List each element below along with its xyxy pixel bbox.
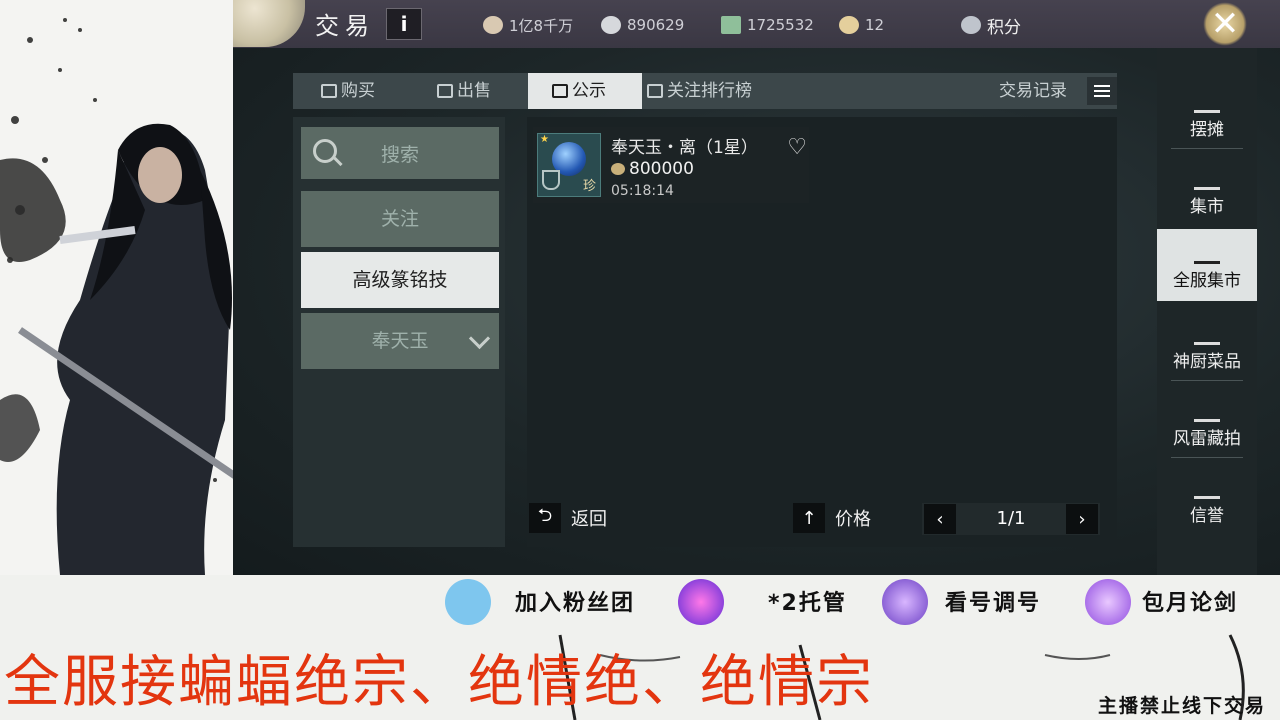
tab-sell[interactable]: 出售 [437,73,491,109]
side-item-market[interactable]: 集市 [1157,155,1257,223]
side-item-label: 信誉 [1190,506,1224,526]
item-time: 05:18:14 [611,183,674,199]
wings-icon [1085,579,1131,625]
resource-ingot: 890629 [601,14,684,36]
ingot-icon [601,16,621,34]
resource-silver: 1亿8千万 [483,14,573,36]
side-item-label: 风雷藏拍 [1173,429,1241,449]
back-arrow-icon: ⮌ [529,503,561,533]
chevron-down-icon [468,327,491,350]
heart-orb-icon [678,579,724,625]
trade-window: 交易 i 1亿8千万 890629 1725532 12 积分 ✕ 购买 出售 … [233,0,1280,575]
tab-notice[interactable]: 公示 [528,73,642,109]
resource-value: 890629 [627,16,685,34]
arrow-up-icon: ↑ [793,503,825,533]
ranking-icon [647,84,663,98]
back-button[interactable]: ⮌ 返回 [529,503,607,533]
points-label: 积分 [987,17,1021,38]
info-button[interactable]: i [386,8,422,40]
trade-record-label: 交易记录 [999,81,1067,101]
tab-ranking[interactable]: 关注排行榜 [647,73,752,109]
side-item-label: 神厨菜品 [1173,352,1241,372]
reputation-icon [1194,474,1220,499]
scale-icon [1194,239,1220,264]
side-menu: 摆摊 集市 全服集市 神厨菜品 风雷藏拍 信誉 [1157,48,1257,575]
rocket-icon [882,579,928,625]
close-icon: ✕ [1203,2,1247,46]
list-icon[interactable] [1087,77,1117,105]
tab-label: 公示 [572,81,606,101]
promo-text: 加入粉丝团 [515,591,636,616]
tab-bar: 购买 出售 公示 关注排行榜 交易记录 [293,73,1117,109]
jade-ticket-icon [721,16,741,34]
buy-icon [321,84,337,98]
side-item-label: 摆摊 [1190,120,1224,140]
price-value: 800000 [629,159,694,179]
item-thumbnail: ★ 珍 [537,133,601,197]
window-title: 交易 [315,12,375,40]
promo-text: *2托管 [768,591,847,616]
category-label: 高级篆铭技 [352,269,448,291]
side-item-auction[interactable]: 风雷藏拍 [1157,387,1257,455]
resource-value: 1725532 [747,16,814,34]
points-badge-icon [961,16,981,34]
tab-label: 购买 [341,81,375,101]
auction-hammer-icon [1194,397,1220,422]
category-button[interactable]: 高级篆铭技 [301,252,499,308]
filter-panel: 搜索 关注 高级篆铭技 奉天玉 [293,117,505,547]
resource-value: 12 [865,16,885,34]
next-page-button[interactable]: › [1066,504,1098,534]
tab-label: 出售 [457,81,491,101]
kitchen-icon [1194,320,1220,345]
resource-value: 1亿8千万 [509,16,574,35]
gold-ingot-icon [839,16,859,34]
star-icon: ★ [540,134,549,145]
sort-price-button[interactable]: ↑ 价格 [793,503,871,533]
follow-button[interactable]: 关注 [301,191,499,247]
resource-gold: 12 [839,14,884,36]
listing-item[interactable]: ★ 珍 奉天玉・离（1星） 800000 05:18:14 ♡ [533,127,809,203]
subcategory-label: 奉天玉 [371,330,429,352]
points-button[interactable]: 积分 [961,14,1021,38]
search-icon [313,139,337,163]
silver-coins-icon [483,16,503,34]
item-price: 800000 [611,159,694,179]
listing-panel: ★ 珍 奉天玉・离（1星） 800000 05:18:14 ♡ ⮌ 返回 ↑ 价… [527,117,1117,547]
follow-label: 关注 [380,208,419,230]
promo-text: 包月论剑 [1142,591,1239,616]
top-bar: 交易 i 1亿8千万 890629 1725532 12 积分 ✕ [233,0,1280,48]
resource-jade: 1725532 [721,14,814,36]
favorite-heart-icon[interactable]: ♡ [787,135,807,160]
moon-decoration [233,0,305,47]
side-item-reputation[interactable]: 信誉 [1157,464,1257,532]
search-button[interactable]: 搜索 [301,127,499,179]
side-item-label: 集市 [1190,197,1224,217]
close-button[interactable]: ✕ [1173,0,1280,48]
pagination: ‹ 1/1 › [922,503,1100,535]
scale-icon [1194,165,1220,190]
sort-label: 价格 [835,509,871,530]
trade-record-link[interactable]: 交易记录 [999,73,1067,109]
side-item-global-market[interactable]: 全服集市 [1157,229,1257,301]
fan-badge-icon [445,579,491,625]
subcategory-dropdown[interactable]: 奉天玉 [301,313,499,369]
warning-text: 主播禁止线下交易 [1097,695,1266,717]
side-item-kitchen[interactable]: 神厨菜品 [1157,310,1257,378]
stall-icon [1194,88,1220,113]
tab-buy[interactable]: 购买 [321,73,375,109]
side-item-stall[interactable]: 摆摊 [1157,78,1257,146]
headline-text: 全服接蝙蝠绝宗、绝情绝、绝情宗 [4,650,874,715]
back-label: 返回 [571,509,607,530]
notice-icon [552,84,568,98]
promo-text: 看号调号 [945,591,1042,616]
stream-banner: 加入粉丝团 *2托管 看号调号 包月论剑 全服接蝙蝠绝宗、绝情绝、绝情宗 主播禁… [0,575,1280,720]
side-item-label: 全服集市 [1173,271,1241,291]
item-name: 奉天玉・离（1星） [611,138,758,158]
shield-icon [542,170,560,190]
ingot-icon [611,163,625,175]
rarity-label: 珍 [582,179,596,194]
search-label: 搜索 [380,144,419,166]
tab-label: 关注排行榜 [667,81,752,101]
sell-icon [437,84,453,98]
